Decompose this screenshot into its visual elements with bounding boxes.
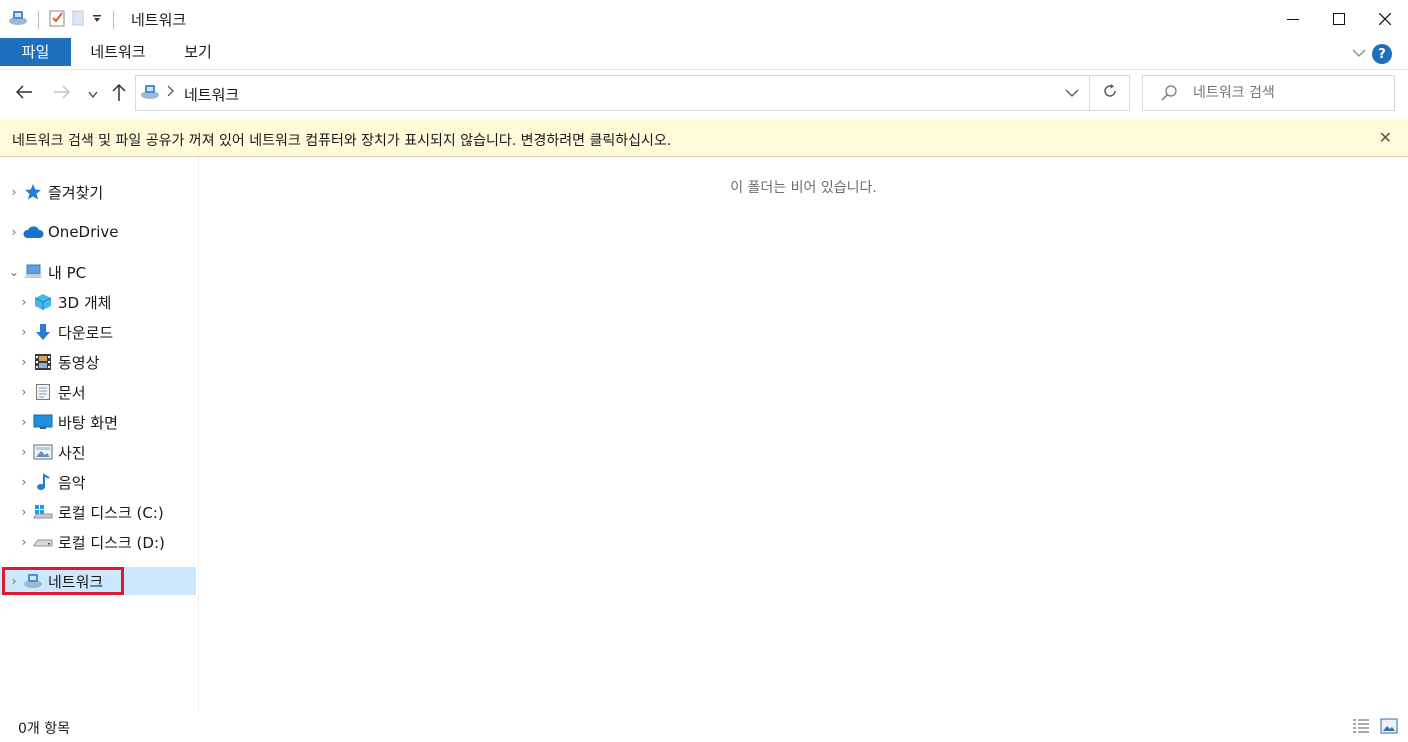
nav-item-local-disk-c[interactable]: › 로컬 디스크 (C:) xyxy=(16,498,164,526)
nav-label: 동영상 xyxy=(58,353,100,372)
breadcrumb-network[interactable]: 네트워크 xyxy=(184,84,239,105)
back-arrow-icon[interactable] xyxy=(14,82,34,106)
help-icon[interactable]: ? xyxy=(1372,44,1392,64)
network-icon xyxy=(8,9,28,31)
title-bar: 네트워크 xyxy=(0,0,1408,38)
infobar-close-icon[interactable]: ✕ xyxy=(1379,128,1392,147)
search-input[interactable] xyxy=(1191,84,1385,102)
3d-cube-icon xyxy=(32,292,54,312)
address-dropdown-icon[interactable] xyxy=(1065,86,1079,102)
expand-chevron-icon[interactable]: › xyxy=(16,355,32,369)
nav-label: 3D 개체 xyxy=(58,293,112,312)
file-list-area[interactable]: 이 폴더는 비어 있습니다. xyxy=(199,157,1408,712)
network-location-icon xyxy=(140,83,160,105)
minimize-icon[interactable] xyxy=(1270,0,1316,38)
nav-item-this-pc[interactable]: ⌄ 내 PC xyxy=(6,258,86,286)
expand-chevron-icon[interactable]: › xyxy=(16,445,32,459)
search-box[interactable] xyxy=(1142,75,1395,111)
search-icon xyxy=(1161,85,1177,105)
details-view-icon[interactable] xyxy=(1352,718,1370,738)
ribbon-expand-icon[interactable] xyxy=(1352,46,1366,62)
expand-chevron-icon[interactable]: › xyxy=(16,505,32,519)
music-note-icon xyxy=(32,472,54,492)
nav-label: 로컬 디스크 (C:) xyxy=(58,503,164,522)
nav-item-3d-objects[interactable]: › 3D 개체 xyxy=(16,288,112,316)
infobar-message[interactable]: 네트워크 검색 및 파일 공유가 꺼져 있어 네트워크 컴퓨터와 장치가 표시되… xyxy=(12,130,671,150)
nav-item-local-disk-d[interactable]: › 로컬 디스크 (D:) xyxy=(16,528,165,556)
refresh-icon xyxy=(1102,83,1118,103)
close-icon[interactable] xyxy=(1362,0,1408,38)
breadcrumb-chevron-icon[interactable] xyxy=(166,85,174,101)
desktop-icon xyxy=(32,412,54,432)
nav-item-desktop[interactable]: › 바탕 화면 xyxy=(16,408,118,436)
computer-icon xyxy=(22,262,44,282)
refresh-button[interactable] xyxy=(1090,75,1130,111)
picture-icon xyxy=(32,442,54,462)
navigation-pane: › 즐겨찾기 › OneDrive ⌄ 내 PC › 3D 개체 › 다운로드 xyxy=(0,157,199,712)
address-row: 네트워크 xyxy=(0,70,1408,118)
drive-icon xyxy=(32,532,54,552)
network-discovery-infobar[interactable]: 네트워크 검색 및 파일 공유가 꺼져 있어 네트워크 컴퓨터와 장치가 표시되… xyxy=(0,120,1408,157)
nav-item-pictures[interactable]: › 사진 xyxy=(16,438,86,466)
document-icon xyxy=(32,382,54,402)
expand-chevron-icon[interactable]: › xyxy=(16,385,32,399)
expand-chevron-icon[interactable]: › xyxy=(16,415,32,429)
customize-dropdown-icon[interactable] xyxy=(91,12,103,28)
nav-label: 문서 xyxy=(58,383,86,402)
properties-icon[interactable] xyxy=(49,9,65,31)
star-icon xyxy=(22,182,44,202)
ribbon-tabs: 파일 네트워크 보기 xyxy=(0,38,1408,70)
empty-folder-text: 이 폴더는 비어 있습니다. xyxy=(730,180,877,196)
highlight-box xyxy=(2,567,124,595)
expand-chevron-icon[interactable]: › xyxy=(16,535,32,549)
maximize-icon[interactable] xyxy=(1316,0,1362,38)
windows-drive-icon xyxy=(32,502,54,522)
nav-label: 다운로드 xyxy=(58,323,114,342)
nav-item-videos[interactable]: › 동영상 xyxy=(16,348,100,376)
window-controls xyxy=(1270,0,1408,38)
tab-network[interactable]: 네트워크 xyxy=(71,38,165,66)
forward-arrow-icon[interactable] xyxy=(52,82,72,106)
address-bar[interactable]: 네트워크 xyxy=(135,75,1090,111)
recent-locations-chevron-icon[interactable] xyxy=(88,87,98,103)
new-folder-icon[interactable] xyxy=(71,9,85,31)
ribbon-help-area: ? xyxy=(1352,44,1392,64)
nav-item-documents[interactable]: › 문서 xyxy=(16,378,86,406)
nav-label: 즐겨찾기 xyxy=(48,183,104,202)
nav-label: 바탕 화면 xyxy=(58,413,118,432)
expand-chevron-icon[interactable]: › xyxy=(16,325,32,339)
nav-label: OneDrive xyxy=(48,223,119,241)
expand-chevron-icon[interactable]: › xyxy=(16,475,32,489)
large-icons-view-icon[interactable] xyxy=(1380,718,1398,738)
nav-label: 내 PC xyxy=(48,263,87,282)
item-count: 0개 항목 xyxy=(18,721,70,737)
status-bar: 0개 항목 xyxy=(0,712,1408,742)
up-arrow-icon[interactable] xyxy=(110,82,128,106)
nav-item-music[interactable]: › 음악 xyxy=(16,468,86,496)
nav-item-downloads[interactable]: › 다운로드 xyxy=(16,318,114,346)
nav-label: 사진 xyxy=(58,443,86,462)
nav-label: 음악 xyxy=(58,473,86,492)
collapse-chevron-icon[interactable]: ⌄ xyxy=(6,265,22,279)
nav-item-onedrive[interactable]: › OneDrive xyxy=(6,218,119,246)
download-arrow-icon xyxy=(32,322,54,342)
tab-view[interactable]: 보기 xyxy=(165,38,231,66)
expand-chevron-icon[interactable]: › xyxy=(6,185,22,199)
nav-item-favorites[interactable]: › 즐겨찾기 xyxy=(6,178,104,206)
tab-file[interactable]: 파일 xyxy=(0,38,71,66)
window-title: 네트워크 xyxy=(131,11,187,29)
onedrive-cloud-icon xyxy=(22,222,44,242)
expand-chevron-icon[interactable]: › xyxy=(6,225,22,239)
film-strip-icon xyxy=(32,352,54,372)
nav-label: 로컬 디스크 (D:) xyxy=(58,533,165,552)
view-switcher xyxy=(1352,718,1398,738)
expand-chevron-icon[interactable]: › xyxy=(16,295,32,309)
quick-access-toolbar xyxy=(8,9,118,31)
